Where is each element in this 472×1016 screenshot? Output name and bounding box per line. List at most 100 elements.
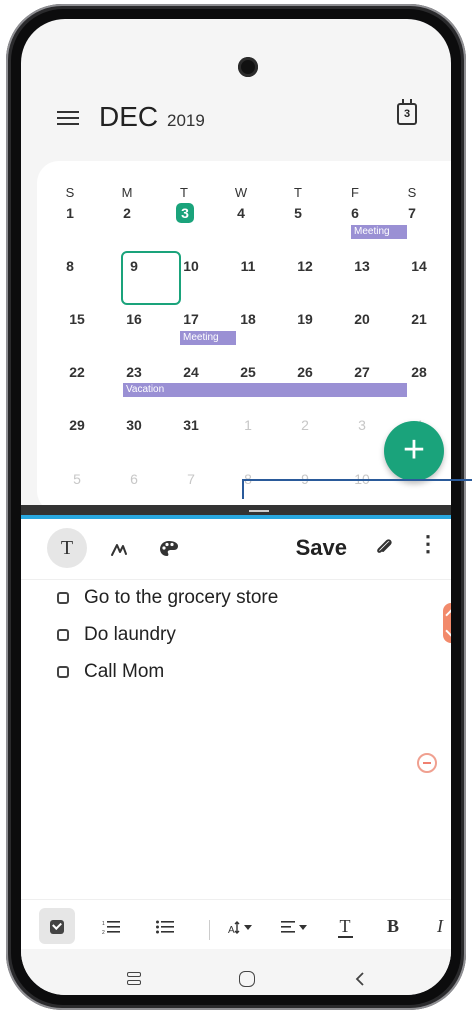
day-cell[interactable]: 2 bbox=[112, 205, 142, 221]
day-cell-next-month[interactable]: 1 bbox=[233, 417, 263, 433]
day-cell[interactable]: 4 bbox=[226, 205, 256, 221]
day-cell[interactable]: 12 bbox=[290, 258, 320, 274]
italic-button[interactable]: I bbox=[425, 908, 451, 944]
year-label: 2019 bbox=[167, 111, 205, 130]
svg-text:2: 2 bbox=[102, 930, 105, 935]
divider-handle[interactable] bbox=[249, 510, 269, 512]
checklist-item-label[interactable]: Go to the grocery store bbox=[84, 587, 278, 609]
weekday-label: T bbox=[294, 185, 302, 200]
numbered-list-icon[interactable]: 12 bbox=[93, 908, 129, 944]
checkbox[interactable] bbox=[57, 666, 69, 678]
checklist-format-button[interactable] bbox=[39, 908, 75, 944]
bulleted-list-icon[interactable] bbox=[147, 908, 183, 944]
text-mode-button[interactable]: T bbox=[47, 528, 87, 568]
day-cell[interactable]: 27 bbox=[347, 364, 377, 380]
day-cell[interactable]: 25 bbox=[233, 364, 263, 380]
day-cell-next-month[interactable]: 6 bbox=[119, 471, 149, 487]
align-icon[interactable] bbox=[277, 908, 313, 944]
event-bar[interactable]: Meeting bbox=[180, 331, 236, 345]
day-cell[interactable]: 31 bbox=[176, 417, 206, 433]
weekday-label: M bbox=[121, 185, 133, 200]
text-color-label: T bbox=[337, 916, 353, 938]
day-cell[interactable]: 17 bbox=[176, 311, 206, 327]
home-icon[interactable] bbox=[232, 963, 262, 993]
day-cell[interactable]: 28 bbox=[404, 364, 434, 380]
palette-icon[interactable] bbox=[149, 528, 189, 568]
split-screen-divider[interactable] bbox=[21, 505, 451, 515]
day-cell[interactable]: 20 bbox=[347, 311, 377, 327]
event-bar[interactable]: Vacation bbox=[123, 383, 407, 397]
save-button[interactable]: Save bbox=[296, 535, 347, 561]
weekday-label: W bbox=[234, 185, 248, 200]
day-cell[interactable]: 16 bbox=[119, 311, 149, 327]
weekday-label: T bbox=[180, 185, 188, 200]
callout-line bbox=[242, 479, 472, 499]
day-cell[interactable]: 13 bbox=[347, 258, 377, 274]
formatting-toolbar: 12 A T B I bbox=[21, 899, 451, 952]
weekday-label: S bbox=[407, 185, 417, 200]
day-cell[interactable]: 18 bbox=[233, 311, 263, 327]
week-row: 22 23 24 25 26 27 28 bbox=[37, 364, 451, 384]
more-options-icon[interactable]: ⋮ bbox=[417, 531, 439, 557]
day-cell[interactable]: 14 bbox=[404, 258, 434, 274]
svg-text:1: 1 bbox=[102, 921, 105, 927]
weekday-header-row: S M T W T F S bbox=[37, 185, 451, 205]
bold-button[interactable]: B bbox=[375, 908, 411, 944]
checkbox[interactable] bbox=[57, 629, 69, 641]
pen-icon[interactable] bbox=[99, 528, 139, 568]
checkbox-checked-icon bbox=[50, 920, 64, 935]
day-cell[interactable]: 11 bbox=[233, 258, 263, 274]
notes-toolbar: T Save ⋮ bbox=[21, 519, 451, 575]
checkbox[interactable] bbox=[57, 592, 69, 604]
day-cell-next-month[interactable]: 7 bbox=[176, 471, 206, 487]
text-color-button[interactable]: T bbox=[327, 908, 363, 944]
font-size-icon[interactable]: A bbox=[223, 908, 259, 944]
phone-bezel: DEC 2019 3 S M T W T F S 1 2 3 4 5 6 7 M… bbox=[11, 9, 461, 1005]
checklist-item-label[interactable]: Do laundry bbox=[84, 624, 176, 646]
notes-panel: T Save ⋮ Go to the grocery store Do laun… bbox=[21, 519, 451, 951]
checklist-item-label[interactable]: Call Mom bbox=[84, 661, 164, 683]
day-cell[interactable]: 30 bbox=[119, 417, 149, 433]
day-cell[interactable]: 29 bbox=[62, 417, 92, 433]
day-cell[interactable]: 26 bbox=[290, 364, 320, 380]
day-cell[interactable]: 15 bbox=[62, 311, 92, 327]
week-row: 15 16 17 18 19 20 21 bbox=[37, 311, 451, 331]
back-icon[interactable] bbox=[345, 963, 375, 993]
day-cell[interactable]: 7 bbox=[397, 205, 427, 221]
attach-icon[interactable] bbox=[375, 535, 393, 558]
month-label[interactable]: DEC bbox=[99, 101, 158, 133]
day-cell[interactable]: 24 bbox=[176, 364, 206, 380]
day-cell[interactable]: 23 bbox=[119, 364, 149, 380]
format-separator bbox=[209, 920, 210, 940]
day-cell[interactable]: 21 bbox=[404, 311, 434, 327]
day-cell-selected[interactable]: 9 bbox=[119, 258, 149, 274]
toolbar-divider bbox=[21, 579, 451, 580]
day-cell[interactable]: 1 bbox=[55, 205, 85, 221]
svg-text:A: A bbox=[228, 925, 235, 935]
day-cell-today[interactable]: 3 bbox=[170, 205, 200, 221]
menu-icon[interactable] bbox=[57, 107, 79, 127]
calendar-header: DEC 2019 3 bbox=[21, 89, 451, 149]
day-cell[interactable]: 5 bbox=[283, 205, 313, 221]
system-navigation-bar bbox=[21, 949, 451, 995]
weekday-label: S bbox=[65, 185, 75, 200]
week-row: 8 9 10 11 12 13 14 bbox=[37, 258, 451, 278]
day-cell[interactable]: 6 bbox=[340, 205, 370, 221]
scroll-handle[interactable] bbox=[443, 603, 451, 643]
day-cell-next-month[interactable]: 5 bbox=[62, 471, 92, 487]
day-cell[interactable]: 22 bbox=[62, 364, 92, 380]
front-camera bbox=[238, 57, 258, 77]
day-cell-next-month[interactable]: 2 bbox=[290, 417, 320, 433]
day-cell[interactable]: 19 bbox=[290, 311, 320, 327]
day-cell-next-month[interactable]: 3 bbox=[347, 417, 377, 433]
screen: DEC 2019 3 S M T W T F S 1 2 3 4 5 6 7 M… bbox=[21, 19, 451, 995]
add-event-button[interactable]: + bbox=[384, 421, 444, 481]
day-cell[interactable]: 8 bbox=[55, 258, 85, 274]
calendar-today-icon[interactable]: 3 bbox=[397, 99, 417, 125]
day-cell[interactable]: 10 bbox=[176, 258, 206, 274]
week-row: 1 2 3 4 5 6 7 bbox=[37, 205, 451, 225]
phone-frame: DEC 2019 3 S M T W T F S 1 2 3 4 5 6 7 M… bbox=[6, 4, 466, 1010]
remove-item-icon[interactable] bbox=[417, 753, 437, 773]
recents-icon[interactable] bbox=[119, 963, 149, 993]
event-bar[interactable]: Meeting bbox=[351, 225, 407, 239]
